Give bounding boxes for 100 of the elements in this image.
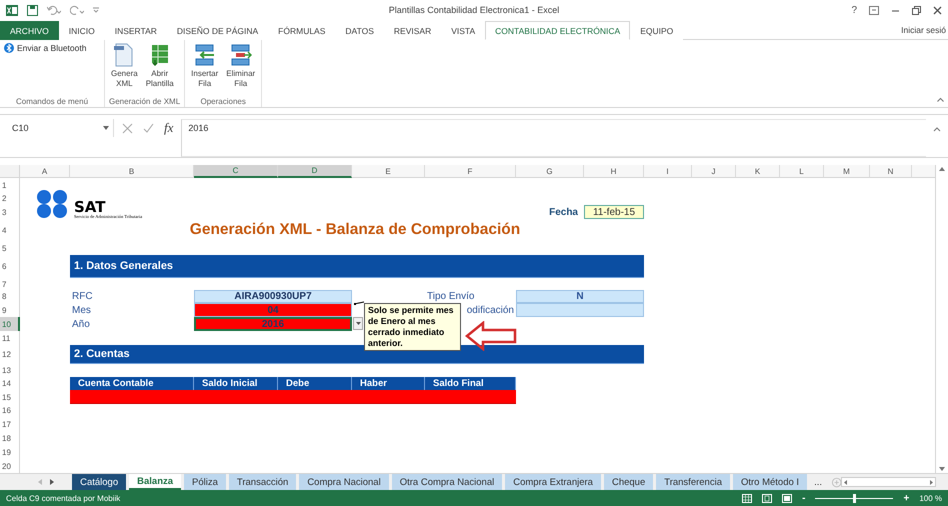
row-header[interactable]: 14 <box>0 377 20 390</box>
window-title: Plantillas Contabilidad Electronica1 - Excel <box>388 5 560 15</box>
column-header[interactable]: F <box>425 165 516 178</box>
scroll-left-icon <box>844 480 848 484</box>
sheet-tab[interactable]: Catálogo <box>72 474 126 490</box>
formula-input[interactable]: 2016 <box>181 119 926 157</box>
scroll-right-icon <box>930 480 933 484</box>
horizontal-scrollbar[interactable] <box>841 477 936 487</box>
sheet-tab[interactable]: Transferencia <box>656 474 730 490</box>
row-header[interactable]: 2 <box>0 192 20 205</box>
arrow-icon <box>465 321 517 351</box>
row-header[interactable]: 1 <box>0 178 20 192</box>
sheet-tab[interactable]: Compra Nacional <box>299 474 389 490</box>
row-header[interactable]: 17 <box>0 417 20 431</box>
section-header: 2. Cuentas <box>70 345 644 364</box>
file-tab[interactable]: ARCHIVO <box>0 21 59 40</box>
collapse-icon[interactable] <box>937 97 944 102</box>
column-header[interactable]: E <box>352 165 425 178</box>
row-header[interactable]: 5 <box>0 241 20 255</box>
status-text: Celda C9 comentada por Mobiik <box>6 494 122 502</box>
scroll-up-icon <box>939 167 945 171</box>
group-label: Comandos de menú <box>14 97 90 106</box>
column-header[interactable]: J <box>692 165 736 178</box>
ribbon-button[interactable]: Eliminar Fila <box>224 43 258 97</box>
leader-line <box>354 301 364 305</box>
table-header: Saldo Inicial <box>194 377 278 390</box>
sheet-tab[interactable]: Póliza <box>184 474 226 490</box>
name-box[interactable]: C10 <box>8 119 114 137</box>
sheet-tab[interactable]: Otro Método I <box>732 474 808 490</box>
ribbon-tab[interactable]: INICIO <box>58 21 105 40</box>
value-cell[interactable] <box>516 303 644 317</box>
zoom-out-button[interactable]: - <box>802 492 806 504</box>
cell-comment: Solo se permite mes de Enero al mes cerrado inmediato anterior. <box>364 303 461 351</box>
dropdown-icon <box>103 126 109 130</box>
row-header[interactable]: 3 <box>0 205 20 219</box>
row-header[interactable]: 11 <box>0 331 20 345</box>
zoom-level: 100 % <box>919 494 942 502</box>
column-header[interactable]: H <box>584 165 644 178</box>
row-header[interactable]: 13 <box>0 364 20 377</box>
column-header[interactable]: M <box>824 165 870 178</box>
previous-sheet-icon <box>38 479 42 485</box>
sheet-tab[interactable]: Otra Compra Nacional <box>392 474 502 490</box>
sheet-tab[interactable]: Transacción <box>228 474 296 490</box>
row-header[interactable]: 10 <box>0 317 20 331</box>
ribbon-button[interactable]: Insertar Fila <box>189 43 220 97</box>
row-header[interactable]: 7 <box>0 278 20 290</box>
column-header[interactable]: D <box>278 165 352 178</box>
caret-icon <box>356 322 360 325</box>
logo-name: SAT <box>74 200 106 214</box>
more-sheets-button[interactable]: ... <box>810 476 826 488</box>
sheet-title: Generación XML - Balanza de Comprobación <box>190 221 520 239</box>
row-header[interactable]: 19 <box>0 445 20 459</box>
add-sheet-icon <box>832 476 842 488</box>
zoom-in-button[interactable]: + <box>903 492 910 504</box>
sheet-tab[interactable]: Balanza <box>129 474 182 490</box>
row-header[interactable]: 12 <box>0 345 20 364</box>
help-button[interactable]: ? <box>851 4 857 16</box>
scroll-down-icon <box>939 467 945 471</box>
insert-function-button[interactable]: fx <box>164 120 174 136</box>
field-label: Tipo Envío <box>426 291 476 302</box>
date-cell[interactable]: 11-feb-15 <box>584 205 644 219</box>
row-header[interactable]: 4 <box>0 219 20 241</box>
ribbon-button[interactable]: Enviar a Bluetooth <box>4 43 100 57</box>
column-header[interactable]: I <box>644 165 692 178</box>
column-header[interactable]: K <box>736 165 780 178</box>
date-label: Fecha <box>549 206 579 218</box>
column-header[interactable]: B <box>70 165 194 178</box>
field-label: Año <box>71 318 91 330</box>
group-label: Operaciones <box>199 97 247 106</box>
value-cell[interactable]: N <box>516 290 644 303</box>
sheet-tab[interactable]: Cheque <box>604 474 654 490</box>
row-header[interactable]: 8 <box>0 290 20 303</box>
table-header: Cuenta Contable <box>70 377 194 390</box>
value-cell[interactable]: AIRA900930UP7 <box>194 290 352 303</box>
row-header[interactable]: 18 <box>0 431 20 445</box>
column-header[interactable]: C <box>194 165 278 178</box>
document-icon <box>113 43 136 67</box>
normal-view-icon <box>742 494 752 502</box>
ribbon-button[interactable]: Abrir Plantilla <box>144 43 176 97</box>
row-header[interactable]: 15 <box>0 390 20 404</box>
ribbon-tab[interactable]: CONTABILIDAD ELECTRÓNICA <box>485 21 630 40</box>
column-header[interactable]: L <box>780 165 824 178</box>
sign-in-link[interactable]: Iniciar sesió <box>901 24 948 34</box>
redo-icon <box>70 5 84 15</box>
column-header[interactable]: N <box>870 165 912 178</box>
row-header[interactable]: 16 <box>0 404 20 417</box>
row-header[interactable]: 6 <box>0 255 20 278</box>
slider-thumb[interactable] <box>852 494 856 502</box>
sheet-tab[interactable]: Compra Extranjera <box>505 474 601 490</box>
page-layout-icon <box>762 494 772 502</box>
column-header[interactable]: A <box>20 165 70 178</box>
save-icon <box>27 4 38 16</box>
ribbon-button[interactable]: Genera XML <box>109 43 140 97</box>
column-header[interactable]: G <box>516 165 584 178</box>
page-break-icon <box>782 494 792 502</box>
insert-row-icon <box>194 43 216 67</box>
row-header[interactable]: 20 <box>0 459 20 473</box>
row-header[interactable]: 9 <box>0 303 20 317</box>
section-header: 1. Datos Generales <box>70 255 644 278</box>
dropdown-button[interactable] <box>353 317 363 330</box>
